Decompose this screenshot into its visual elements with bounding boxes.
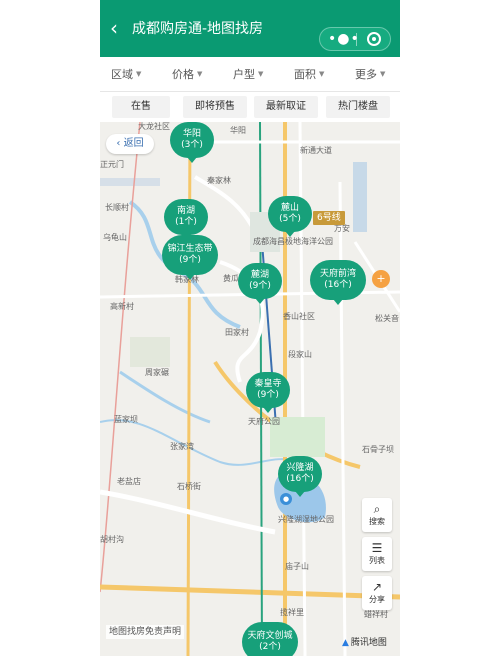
quick-tag-bar: 在售 即将预售 最新取证 热门楼盘 xyxy=(100,92,400,122)
map-place-label: 成都海昌极地海洋公园 xyxy=(253,237,333,246)
filter-area[interactable]: 区域 ▼ xyxy=(111,67,141,82)
filter-size[interactable]: 面积 ▼ xyxy=(294,67,324,82)
map-place-label: 蓝家坝 xyxy=(114,415,138,424)
map-place-label: 段家山 xyxy=(288,350,312,359)
caret-down-icon: ▼ xyxy=(319,70,325,78)
area-marker-nanhu[interactable]: 南湖 (1个) xyxy=(164,199,208,240)
map-place-label: 天府公园 xyxy=(248,417,280,426)
filter-bar: 区域 ▼ 价格 ▼ 户型 ▼ 面积 ▼ 更多 ▼ xyxy=(100,57,400,92)
filter-more[interactable]: 更多 ▼ xyxy=(355,67,385,82)
map-place-label: 长顺村 xyxy=(105,203,129,212)
tag-on-sale[interactable]: 在售 xyxy=(112,96,170,118)
map-place-label: 田家村 xyxy=(225,328,249,337)
map-place-label: 石桥街 xyxy=(177,482,201,491)
filter-layout[interactable]: 户型 ▼ xyxy=(233,67,263,82)
map-place-label: 周家碾 xyxy=(145,368,169,377)
area-marker-huayang[interactable]: 华阳 (3个) xyxy=(170,122,214,163)
chevron-left-icon: ‹ xyxy=(116,138,124,149)
filter-price[interactable]: 价格 ▼ xyxy=(172,67,202,82)
page-title: 成都购房通-地图找房 xyxy=(132,21,264,37)
mini-program-capsule: •●• xyxy=(319,27,391,51)
caret-down-icon: ▼ xyxy=(258,70,264,78)
map-place-label: 华阳 xyxy=(230,126,246,135)
area-marker-qinhuangsi[interactable]: 秦皇寺 (9个) xyxy=(246,372,290,413)
share-icon: ↗ xyxy=(371,580,383,594)
map-view[interactable]: 大龙社区 华阳 新通大道 正元门 秦家林 长顺村 乌龟山 成都海昌极地海洋公园 … xyxy=(100,122,400,656)
map-share-button[interactable]: ↗ 分享 xyxy=(362,576,392,610)
app-header: ‹ 成都购房通-地图找房 •●• xyxy=(100,0,400,57)
tag-new-cert[interactable]: 最新取证 xyxy=(254,96,318,118)
area-marker-tianfu-wenchuang[interactable]: 天府文创城 (2个) xyxy=(242,622,298,656)
map-list-button[interactable]: ☰ 列表 xyxy=(362,537,392,571)
map-place-label: 石骨子坝 xyxy=(362,445,394,454)
area-marker-luhu[interactable]: 麓湖 (9个) xyxy=(238,263,282,304)
area-marker-tianfu-qianwan[interactable]: 天府前湾 (16个) xyxy=(310,260,366,305)
map-place-label: 正元门 xyxy=(100,160,124,169)
map-place-label: 张家湾 xyxy=(170,442,194,451)
map-place-label: 香山社区 xyxy=(283,312,315,321)
map-place-label: 兴隆湖湿地公园 xyxy=(278,515,334,524)
list-icon: ☰ xyxy=(371,541,383,555)
target-close-icon[interactable] xyxy=(367,32,381,46)
map-place-label: 揽祥里 xyxy=(280,608,304,617)
map-disclaimer-link[interactable]: 地图找房免责声明 xyxy=(106,625,185,639)
map-place-label: 松关音 xyxy=(375,314,399,323)
tag-hot[interactable]: 热门楼盘 xyxy=(326,96,390,118)
map-place-label: 大龙社区 xyxy=(138,122,170,131)
map-place-label: 庙子山 xyxy=(285,562,309,571)
map-place-label: 老盐店 xyxy=(117,477,141,486)
map-place-label: 秦家林 xyxy=(207,176,231,185)
map-place-label: 新通大道 xyxy=(300,146,332,155)
caret-down-icon: ▼ xyxy=(136,70,142,78)
area-marker-xinglonghu[interactable]: 兴隆湖 (16个) xyxy=(278,456,322,497)
area-marker-lushan[interactable]: 麓山 (5个) xyxy=(268,196,312,237)
map-place-label: 高新村 xyxy=(110,302,134,311)
caret-down-icon: ▼ xyxy=(197,70,203,78)
more-dots-icon[interactable]: •●• xyxy=(328,32,360,46)
tencent-map-icon: ▲ xyxy=(342,638,349,648)
map-place-label: 胡村沟 xyxy=(100,535,124,544)
map-place-label: 万安 xyxy=(334,224,350,233)
capsule-divider xyxy=(356,33,357,46)
chevron-left-icon[interactable]: ‹ xyxy=(110,18,118,38)
poi-icon[interactable]: + xyxy=(372,270,390,288)
map-place-label: 蜡祥村 xyxy=(364,610,388,619)
map-back-button[interactable]: ‹ 返回 xyxy=(106,134,154,154)
area-marker-jinjiang[interactable]: 锦江生态带 (9个) xyxy=(162,235,218,280)
map-provider-logo: ▲ 腾讯地图 xyxy=(342,638,387,648)
metro-line-badge: 6号线 xyxy=(313,211,345,225)
search-icon: ⌕ xyxy=(373,502,381,516)
tag-presale[interactable]: 即将预售 xyxy=(183,96,247,118)
pin-icon: ● xyxy=(280,493,292,505)
phone-screen: ‹ 成都购房通-地图找房 •●• 区域 ▼ 价格 ▼ 户型 ▼ 面积 ▼ 更多 ▼ 在售 … xyxy=(100,0,400,656)
caret-down-icon: ▼ xyxy=(380,70,386,78)
map-place-label: 乌龟山 xyxy=(103,233,127,242)
map-search-button[interactable]: ⌕ 搜索 xyxy=(362,498,392,532)
